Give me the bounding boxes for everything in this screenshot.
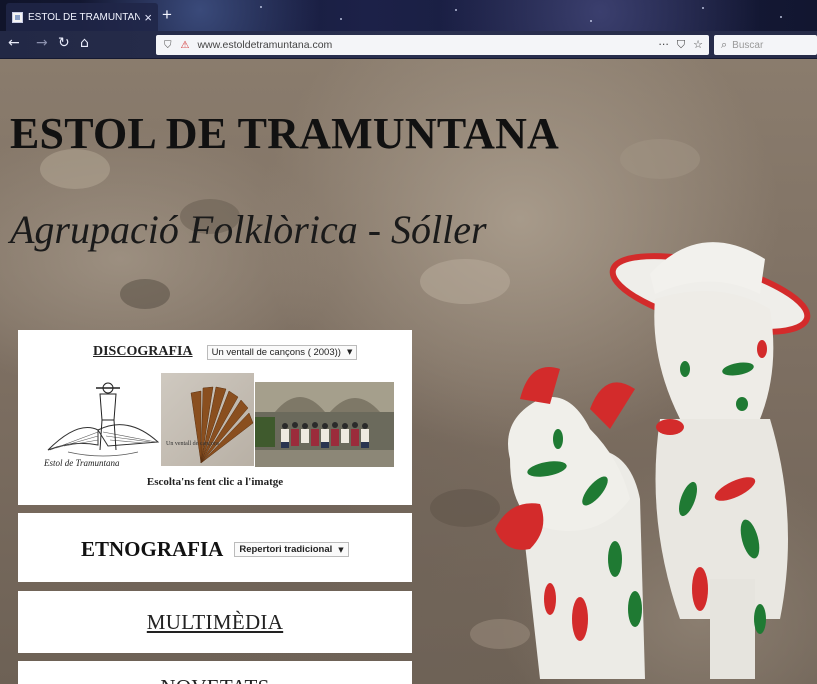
url-bar[interactable]: ⛉ ⚠ www.estoldetramuntana.com ··· ⛉ ☆ xyxy=(156,35,709,55)
discografia-header: DISCOGRAFIA Un ventall de cançons ( 2003… xyxy=(93,344,358,360)
multimedia-link[interactable]: MULTIMÈDIA xyxy=(18,610,412,635)
background-pebble xyxy=(620,139,700,179)
home-icon[interactable]: ⌂ xyxy=(80,35,89,51)
etnografia-select-value: Repertori tradicional xyxy=(239,544,333,555)
ceramic-figurine-image xyxy=(495,242,811,679)
discografia-panel: DISCOGRAFIA Un ventall de cançons ( 2003… xyxy=(18,330,412,505)
star-decoration xyxy=(702,7,704,9)
search-placeholder: Buscar xyxy=(732,39,764,51)
browser-nav-bar: ← → ↻ ⌂ ⛉ ⚠ www.estoldetramuntana.com ··… xyxy=(0,31,817,59)
discografia-select-value: Un ventall de cançons ( 2003)) xyxy=(211,346,341,358)
etnografia-row: ETNOGRAFIA Repertori tradicional ▼ xyxy=(81,537,349,562)
new-tab-button[interactable]: + xyxy=(162,5,172,25)
browser-tab[interactable]: ESTOL DE TRAMUNTANA × xyxy=(6,3,158,31)
back-icon[interactable]: ← xyxy=(8,35,20,51)
tab-title: ESTOL DE TRAMUNTANA xyxy=(28,11,141,23)
estol-logo-image[interactable] xyxy=(38,380,168,470)
pocket-icon[interactable]: ⛉ xyxy=(677,38,685,52)
site-title: ESTOL DE TRAMUNTANA xyxy=(10,109,560,158)
etnografia-panel: ETNOGRAFIA Repertori tradicional ▼ xyxy=(18,513,412,582)
discografia-link[interactable]: DISCOGRAFIA xyxy=(93,344,193,360)
search-box[interactable]: ⌕ Buscar xyxy=(714,35,817,55)
reload-icon[interactable]: ↻ xyxy=(58,35,70,51)
discografia-caption: Escolta'ns fent clic a l'imatge xyxy=(146,476,284,488)
chevron-down-icon: ▼ xyxy=(338,545,344,554)
bookmark-star-icon[interactable]: ☆ xyxy=(693,38,703,52)
star-decoration xyxy=(780,16,782,18)
star-decoration xyxy=(340,18,342,20)
star-decoration xyxy=(260,6,262,8)
group-photo-image[interactable] xyxy=(255,382,394,467)
discografia-select[interactable]: Un ventall de cançons ( 2003)) ▼ xyxy=(206,344,358,360)
star-decoration xyxy=(455,9,457,11)
web-page: ESTOL DE TRAMUNTANA Agrupació Folklòrica… xyxy=(0,59,817,684)
etnografia-title: ETNOGRAFIA xyxy=(81,537,224,561)
novetats-panel: NOVETATS xyxy=(18,661,412,684)
novetats-link[interactable]: NOVETATS xyxy=(18,675,412,684)
logo-caption: Estol de Tramuntana xyxy=(44,458,120,468)
background-pebble xyxy=(120,279,170,309)
url-text[interactable]: www.estoldetramuntana.com xyxy=(197,39,332,51)
search-icon: ⌕ xyxy=(721,38,728,51)
favicon-icon xyxy=(12,11,23,23)
shield-icon[interactable]: ⛉ xyxy=(164,40,172,51)
browser-tab-bar: ESTOL DE TRAMUNTANA × + xyxy=(0,0,817,31)
insecure-connection-icon[interactable]: ⚠ xyxy=(181,40,190,51)
etnografia-select[interactable]: Repertori tradicional ▼ xyxy=(234,542,349,557)
page-actions-icon[interactable]: ··· xyxy=(658,38,669,52)
chevron-down-icon: ▼ xyxy=(346,348,353,356)
multimedia-panel: MULTIMÈDIA xyxy=(18,591,412,653)
close-tab-button[interactable]: × xyxy=(144,10,152,25)
cd-cover-image[interactable]: Un ventall de cançons xyxy=(161,373,254,466)
cd-cover-text: Un ventall de cançons xyxy=(166,441,220,447)
site-subtitle: Agrupació Folklòrica - Sóller xyxy=(10,207,487,252)
star-decoration xyxy=(590,20,592,22)
forward-icon[interactable]: → xyxy=(36,35,48,51)
